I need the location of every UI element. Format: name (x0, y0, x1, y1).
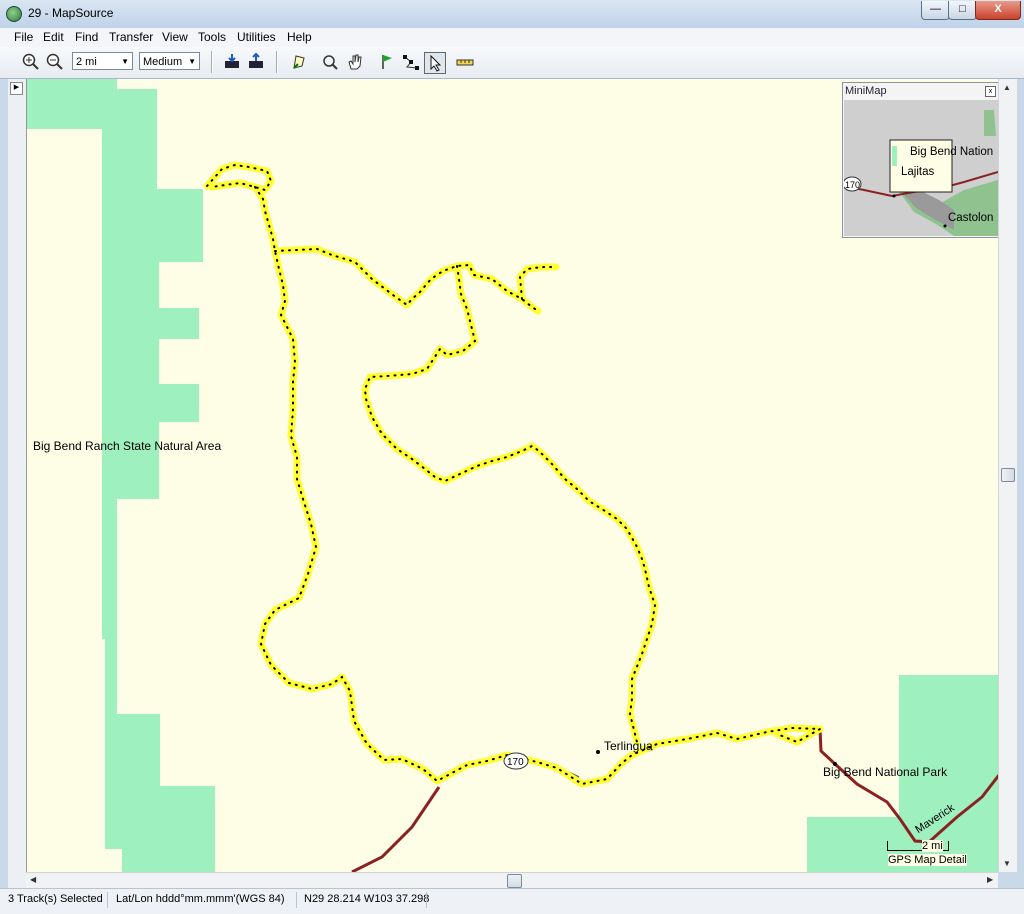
minimap-close-button[interactable]: x (985, 86, 996, 97)
waypoint-flag-icon[interactable] (377, 52, 397, 72)
minimap-green-area (892, 146, 897, 166)
scroll-left-icon[interactable]: ◀ (30, 875, 36, 884)
scroll-right-icon[interactable]: ▶ (987, 875, 993, 884)
zoom-scale-select[interactable]: 2 mi ▼ (72, 52, 133, 70)
menu-tools[interactable]: Tools (198, 30, 226, 44)
gps-track (203, 161, 824, 788)
menu-edit[interactable]: Edit (43, 30, 64, 44)
toolbar-separator (211, 51, 213, 73)
menu-utilities[interactable]: Utilities (237, 30, 276, 44)
status-bar: 3 Track(s) Selected Lat/Lon hddd°mm.mmm'… (0, 888, 1024, 914)
status-separator (296, 892, 297, 908)
minimap-panel[interactable]: MiniMap x 170 Big Bend Nation Lajitas Ca… (842, 82, 1000, 238)
status-separator (107, 892, 108, 908)
coordinate-format: Lat/Lon hddd°mm.mmm'(WGS 84) (116, 893, 285, 905)
toolbar: 2 mi ▼ Medium ▼ (0, 47, 1024, 79)
minimap-town-dot (892, 194, 896, 198)
national-park-label: Big Bend National Park (823, 765, 948, 779)
title-bar: 29 - MapSource — □ X (0, 0, 1024, 29)
expand-panel-button[interactable]: ▶ (10, 82, 23, 95)
terlingua-dot (596, 750, 600, 754)
detail-level-value: Medium (143, 56, 183, 68)
vertical-scroll-thumb[interactable] (1001, 468, 1015, 482)
detail-level-select[interactable]: Medium ▼ (139, 52, 200, 70)
menu-help[interactable]: Help (287, 30, 312, 44)
minimap-town-dot (943, 224, 947, 228)
cursor-coordinates: N29 28.214 W103 37.298 (304, 893, 430, 905)
route-shield-label: 170 (507, 757, 524, 768)
mapsource-app-icon[interactable] (6, 6, 22, 22)
minimize-button[interactable]: — (921, 1, 950, 20)
vertical-scrollbar[interactable]: ▲ ▼ (998, 79, 1017, 872)
minimap-castolon-label: Castolon (948, 212, 994, 224)
ranch-natural-area (27, 79, 215, 872)
map-select-icon[interactable] (289, 52, 309, 72)
side-panel-collapsed (8, 79, 26, 888)
menu-file[interactable]: File (14, 30, 33, 44)
horizontal-scroll-thumb[interactable] (507, 874, 522, 888)
hand-pan-icon[interactable] (345, 52, 365, 72)
zoom-in-icon[interactable] (21, 52, 41, 72)
minimap-route-label: 170 (845, 180, 860, 190)
scroll-up-icon[interactable]: ▲ (1003, 83, 1011, 92)
terlingua-label: Terlingua (604, 739, 653, 753)
receive-from-device-icon[interactable] (222, 52, 242, 72)
close-button[interactable]: X (975, 1, 1021, 20)
menu-find[interactable]: Find (75, 30, 98, 44)
track-highlight (203, 161, 824, 788)
selection-status: 3 Track(s) Selected (8, 893, 103, 905)
scale-label: 2 mi (922, 840, 943, 852)
ranch-area-label: Big Bend Ranch State Natural Area (33, 439, 222, 453)
menu-view[interactable]: View (162, 30, 188, 44)
horizontal-scrollbar[interactable]: ◀ ▶ (26, 872, 998, 889)
chevron-down-icon: ▼ (121, 57, 129, 66)
zoom-scale-value: 2 mi (76, 56, 97, 68)
window-title: 29 - MapSource (28, 6, 114, 20)
map-detail-label: GPS Map Detail (888, 854, 967, 866)
menu-bar: File Edit Find Transfer View Tools Utili… (0, 28, 1024, 48)
minimap-green-area (984, 110, 996, 136)
route-tool-icon[interactable] (401, 52, 421, 72)
maximize-button[interactable]: □ (948, 1, 977, 20)
zoom-out-icon[interactable] (45, 52, 65, 72)
minimap-view[interactable]: 170 Big Bend Nation Lajitas Castolon (844, 100, 998, 236)
send-to-device-icon[interactable] (246, 52, 266, 72)
menu-transfer[interactable]: Transfer (109, 30, 153, 44)
toolbar-separator (276, 51, 278, 73)
zoom-tool-icon[interactable] (320, 52, 340, 72)
status-separator (426, 892, 427, 908)
minimap-national-label: Big Bend Nation (910, 146, 994, 158)
minimap-gray-area (900, 190, 954, 230)
chevron-down-icon: ▼ (188, 57, 196, 66)
road-170-west (351, 786, 441, 872)
selection-arrow-icon[interactable] (424, 52, 446, 74)
measure-ruler-icon[interactable] (455, 52, 475, 72)
minimap-lajitas-label: Lajitas (901, 166, 935, 178)
scroll-down-icon[interactable]: ▼ (1003, 859, 1011, 868)
minimap-title: MiniMap (845, 85, 887, 97)
